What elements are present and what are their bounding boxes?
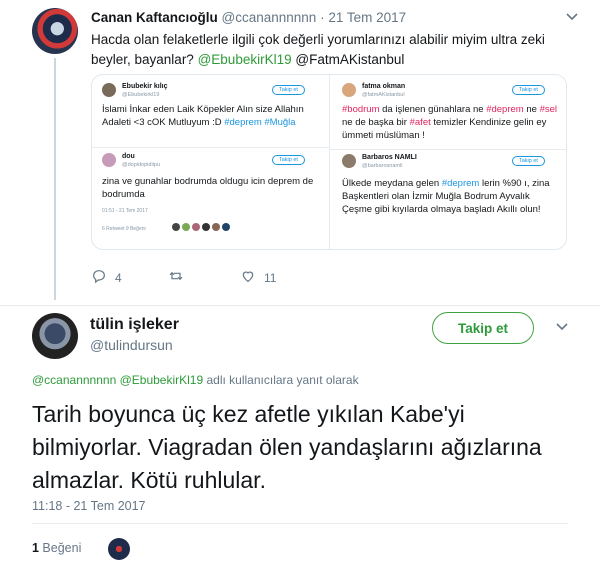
tweet-date[interactable]: · 21 Tem 2017 [320, 10, 406, 25]
follow-button: Takip et [272, 155, 305, 165]
author-name[interactable]: Canan Kaftancıoğlu [91, 10, 218, 25]
reply-count: 4 [115, 270, 122, 285]
mention-link[interactable]: @FatmAKistanbul [295, 52, 404, 67]
divider [330, 149, 566, 150]
reply-button[interactable]: 4 [91, 268, 122, 287]
reply-icon [91, 268, 107, 287]
embedded-timestamp: 01:51 - 21 Tem 2017 [102, 208, 148, 214]
divider [329, 75, 330, 249]
follow-button: Takip et [512, 156, 545, 166]
author-handle: @barbarosnamli [362, 163, 403, 169]
embedded-text: İslami İnkar eden Laik Köpekler Alın siz… [102, 103, 322, 129]
avatar [102, 83, 116, 97]
embedded-text: zina ve gunahlar bodrumda oldugu icin de… [102, 176, 314, 200]
author-handle[interactable]: @ccanannnnnn [222, 10, 317, 25]
embedded-text: Ülkede meydana gelen #deprem lerin %90 ı… [342, 177, 560, 216]
author-name[interactable]: tülin işleker [90, 316, 179, 334]
follow-button: Takip et [272, 85, 305, 95]
tweet-header: Canan Kaftancıoğlu @ccanannnnnn · 21 Tem… [91, 10, 406, 25]
embedded-stats: 6 Retweet 9 Beğeni [102, 226, 146, 232]
avatar[interactable] [32, 8, 78, 54]
author-handle: @dopidopidiipu [122, 162, 161, 168]
heart-icon [240, 268, 256, 287]
divider [32, 523, 568, 524]
divider [92, 147, 329, 148]
thread-line [54, 58, 56, 300]
author-handle[interactable]: @tulindursun [90, 337, 173, 353]
embedded-body: Ülkede meydana gelen [342, 178, 442, 189]
retweet-button[interactable] [168, 268, 184, 287]
tweet-image[interactable]: Ebubekir kılıç @Ebubekirkl19 Takip et İs… [91, 74, 567, 250]
embedded-body: ne de başka bir [342, 117, 410, 128]
avatar [102, 153, 116, 167]
mention-link[interactable]: @EbubekirKl19 [198, 52, 292, 67]
hashtag: #deprem [441, 178, 480, 189]
author-name: Ebubekir kılıç [122, 83, 168, 90]
like-count: 1 [32, 541, 39, 555]
follow-button[interactable]: Takip et [432, 312, 534, 344]
avatar[interactable] [32, 313, 78, 359]
embedded-body: ne [523, 104, 540, 115]
follow-button: Takip et [512, 85, 545, 95]
chevron-down-icon[interactable] [556, 320, 568, 334]
chevron-down-icon[interactable] [566, 10, 578, 24]
author-name: Barbaros NAMLI [362, 154, 417, 161]
author-name: fatma okman [362, 83, 406, 90]
avatar[interactable] [108, 538, 130, 560]
hashtag: #sel [539, 104, 557, 115]
avatar [342, 83, 356, 97]
tweet-text: Tarih boyunca üç kez afetle yıkılan Kabe… [32, 401, 542, 493]
like-label: Beğeni [38, 541, 82, 555]
hashtag: #afet [409, 117, 431, 128]
avatar [342, 154, 356, 168]
likes-summary[interactable]: 1 Beğeni [32, 541, 81, 555]
retweet-icon [168, 268, 184, 287]
author-handle: @fatmAKistanbul [362, 92, 405, 98]
hashtag: #deprem #Muğla [224, 117, 296, 128]
reply-context-label: adlı kullanıcılara yanıt olarak [203, 373, 359, 387]
liker-avatars [172, 223, 230, 231]
hashtag: #deprem [486, 104, 524, 115]
mention-link[interactable]: @EbubekirKl19 [120, 373, 204, 387]
embedded-text: #bodrum da işlenen günahlara ne #deprem … [342, 103, 560, 142]
like-count: 11 [264, 270, 277, 285]
author-handle: @Ebubekirkl19 [122, 92, 160, 98]
mention-link[interactable]: @ccanannnnnn [32, 373, 116, 387]
divider [0, 305, 600, 306]
tweet-text: Hacda olan felaketlerle ilgili çok değer… [91, 30, 571, 70]
tweet-timestamp[interactable]: 11:18 - 21 Tem 2017 [32, 499, 146, 513]
hashtag: #bodrum [342, 104, 380, 115]
author-name: dou [122, 153, 135, 160]
like-button[interactable]: 11 [240, 268, 276, 287]
reply-context: @ccanannnnnn @EbubekirKl19 adlı kullanıc… [32, 373, 359, 387]
embedded-body: da işlenen günahlara ne [379, 104, 487, 115]
